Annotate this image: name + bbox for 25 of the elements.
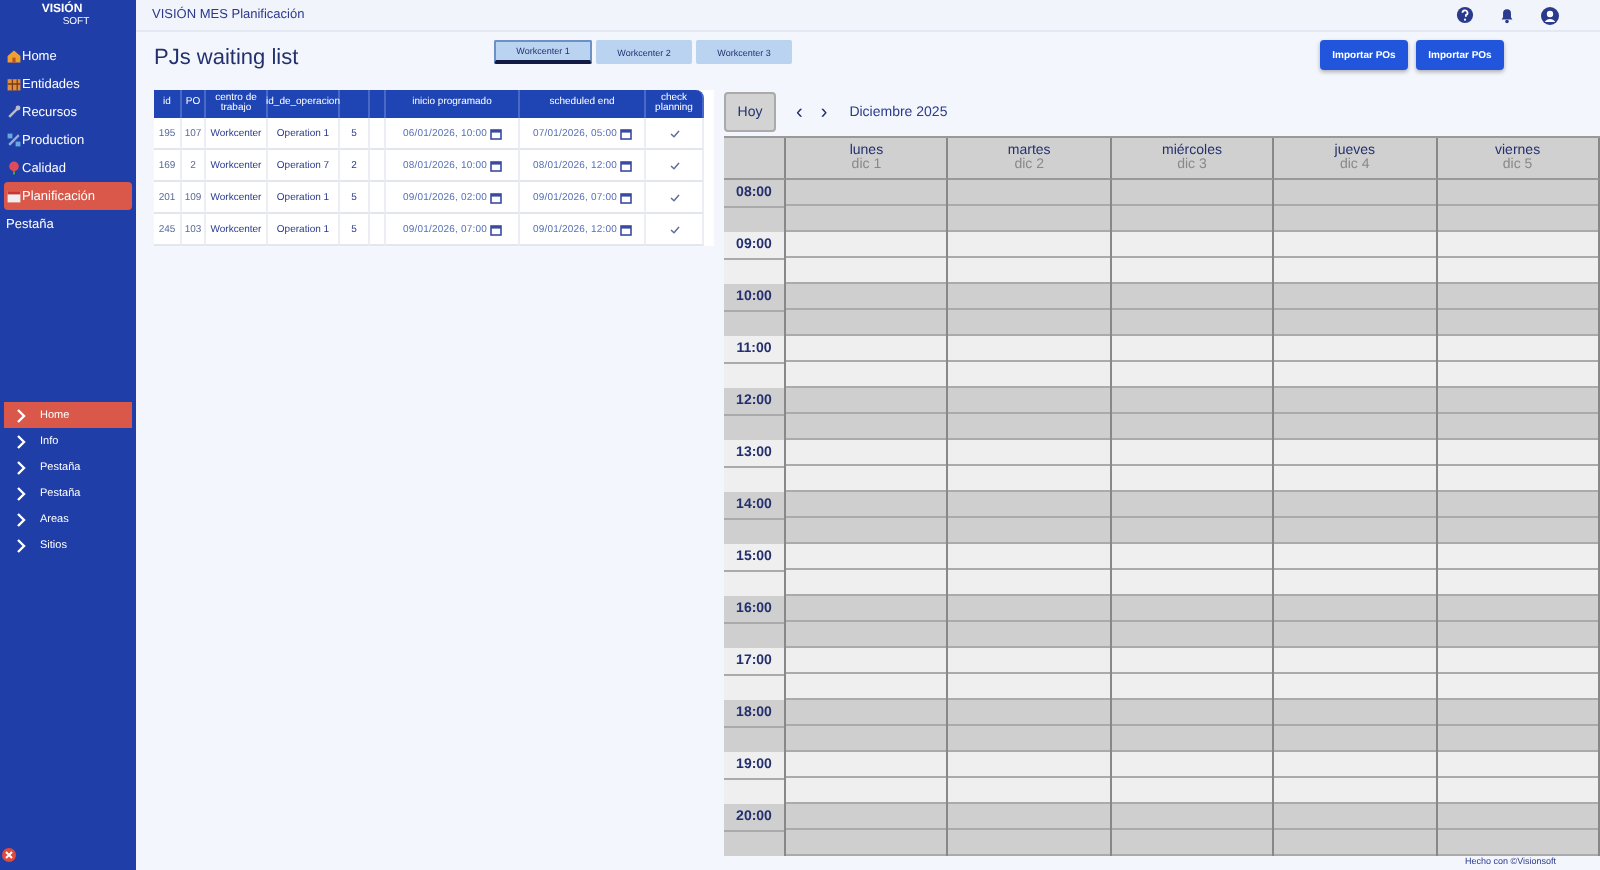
check-icon[interactable] bbox=[669, 129, 679, 137]
house-icon bbox=[6, 48, 22, 64]
calendar-icon bbox=[489, 159, 501, 171]
user-icon[interactable] bbox=[1540, 5, 1560, 25]
close-icon[interactable] bbox=[2, 848, 16, 862]
next-button[interactable]: › bbox=[814, 101, 834, 123]
calendar-icon bbox=[619, 223, 631, 235]
bell-icon[interactable] bbox=[1498, 6, 1516, 24]
calendar-icon bbox=[619, 159, 631, 171]
help-icon[interactable] bbox=[1456, 6, 1474, 24]
calendar-icon bbox=[6, 188, 22, 204]
grid-icon bbox=[6, 76, 22, 92]
page-title: PJs waiting list bbox=[154, 46, 301, 70]
calendar-icon bbox=[489, 223, 501, 235]
wrench-icon bbox=[6, 104, 22, 120]
flower-icon bbox=[6, 160, 22, 176]
satellite-icon bbox=[6, 132, 22, 148]
check-icon[interactable] bbox=[669, 161, 679, 169]
calendar-icon bbox=[619, 127, 631, 139]
check-icon[interactable] bbox=[669, 193, 679, 201]
check-icon[interactable] bbox=[669, 225, 679, 233]
calendar-icon bbox=[489, 191, 501, 203]
calendar-icon bbox=[489, 127, 501, 139]
calendar-icon bbox=[619, 191, 631, 203]
previous-button[interactable]: ‹ bbox=[790, 101, 809, 123]
